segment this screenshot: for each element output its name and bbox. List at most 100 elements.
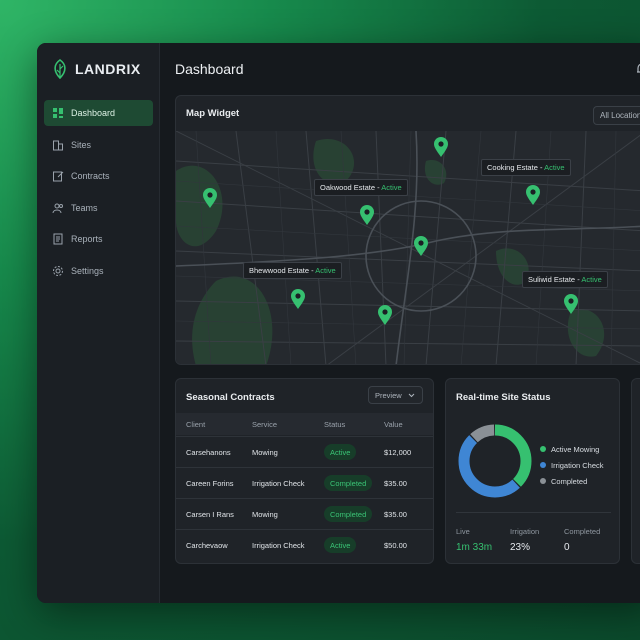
column-header[interactable]: Value bbox=[384, 420, 403, 429]
map-canvas[interactable]: Oakwood Estate - Active Cooking Estate -… bbox=[176, 131, 640, 364]
client-cell: Carsen I Rans bbox=[186, 510, 234, 519]
brand[interactable]: LANDRIX bbox=[51, 59, 141, 79]
service-cell: Irrigation Check bbox=[252, 479, 305, 488]
column-header[interactable]: Service bbox=[252, 420, 277, 429]
map-pin-icon[interactable] bbox=[202, 187, 218, 209]
map-label-name: Bhewwood Estate - bbox=[249, 266, 316, 275]
map-pin-icon[interactable] bbox=[359, 204, 375, 226]
sidebar-item-label: Teams bbox=[71, 202, 98, 213]
partial-card bbox=[631, 378, 640, 564]
sidebar-item-teams[interactable]: Teams bbox=[44, 195, 153, 221]
map-label-name: Oakwood Estate - bbox=[320, 183, 382, 192]
map-pin-icon[interactable] bbox=[563, 293, 579, 315]
legend-item: Active Mowing bbox=[540, 441, 604, 457]
legend-item: Irrigation Check bbox=[540, 457, 604, 473]
service-cell: Irrigation Check bbox=[252, 541, 305, 550]
stat-value: 23% bbox=[510, 542, 531, 553]
map-label-oakwood[interactable]: Oakwood Estate - Active bbox=[314, 179, 408, 196]
map-title: Map Widget bbox=[186, 108, 240, 119]
status-donut-chart bbox=[458, 424, 532, 498]
sidebar-item-sites[interactable]: Sites bbox=[44, 132, 153, 158]
gear-icon bbox=[53, 265, 63, 276]
app-window: LANDRIX Dashboard Sites Contracts Teams … bbox=[37, 43, 640, 603]
value-cell: $35.00 bbox=[384, 510, 407, 519]
legend-label: Completed bbox=[551, 476, 588, 486]
client-cell: Carchevaow bbox=[186, 541, 228, 550]
stat-live: Live 1m 33m bbox=[456, 527, 492, 553]
service-cell: Mowing bbox=[252, 510, 278, 519]
sidebar-item-label: Sites bbox=[71, 139, 92, 150]
brand-name: LANDRIX bbox=[75, 61, 141, 77]
map-label-status: Active bbox=[381, 183, 402, 192]
bell-icon[interactable] bbox=[635, 62, 640, 76]
table-header: Client Service Status Value bbox=[176, 413, 433, 435]
sidebar-item-label: Contracts bbox=[71, 171, 110, 181]
value-cell: $50.00 bbox=[384, 541, 407, 550]
stat-value: 0 bbox=[564, 542, 570, 553]
table-row[interactable]: Careen Forins Irrigation Check Completed… bbox=[176, 467, 433, 498]
legend-label: Irrigation Check bbox=[551, 460, 604, 470]
sidebar-nav: Dashboard Sites Contracts Teams Reports … bbox=[44, 100, 153, 289]
sidebar-item-label: Reports bbox=[71, 234, 103, 244]
divider bbox=[456, 512, 611, 513]
stat-label: Completed bbox=[564, 527, 601, 536]
legend-item: Completed bbox=[540, 473, 604, 489]
leaf-logo-icon bbox=[54, 59, 66, 79]
building-icon bbox=[53, 140, 63, 150]
stat-label: Irrigation bbox=[510, 527, 540, 536]
map-label-cooking[interactable]: Cooking Estate - Active bbox=[481, 159, 571, 176]
sidebar-item-settings[interactable]: Settings bbox=[44, 258, 153, 284]
table-row[interactable]: Carsen I Rans Mowing Completed $35.00 bbox=[176, 498, 433, 529]
chart-legend: Active Mowing Irrigation Check Completed bbox=[540, 441, 604, 489]
sidebar-item-dashboard[interactable]: Dashboard bbox=[44, 100, 153, 126]
map-label-suliwid[interactable]: Suliwid Estate - Active bbox=[522, 271, 608, 288]
stat-completed: Completed 0 bbox=[564, 527, 600, 553]
status-badge: Completed bbox=[324, 506, 373, 522]
main-content: Dashboard Map Widget All Locations bbox=[161, 43, 640, 603]
document-icon bbox=[53, 233, 63, 245]
grid-icon bbox=[53, 108, 63, 118]
column-header[interactable]: Status bbox=[324, 420, 345, 429]
map-label-name: Suliwid Estate - bbox=[528, 275, 582, 284]
table-row[interactable]: Carchevaow Irrigation Check Active $50.0… bbox=[176, 529, 433, 560]
map-label-name: Cooking Estate - bbox=[487, 163, 545, 172]
sidebar: LANDRIX Dashboard Sites Contracts Teams … bbox=[37, 43, 160, 603]
status-badge: Active bbox=[324, 537, 357, 553]
service-cell: Mowing bbox=[252, 448, 278, 457]
sidebar-item-label: Dashboard bbox=[71, 108, 116, 118]
map-widget: Map Widget All Locations bbox=[175, 95, 640, 365]
status-badge: Completed bbox=[324, 475, 373, 491]
seasonal-contracts-card: Seasonal Contracts Preview Client Servic… bbox=[175, 378, 434, 564]
users-icon bbox=[52, 203, 63, 213]
map-label-status: Active bbox=[544, 163, 565, 172]
preview-dropdown[interactable]: Preview bbox=[368, 386, 423, 404]
stat-label: Live bbox=[456, 527, 470, 536]
map-pin-icon[interactable] bbox=[433, 136, 449, 158]
value-cell: $35.00 bbox=[384, 479, 407, 488]
page-title: Dashboard bbox=[175, 61, 244, 77]
sidebar-item-contracts[interactable]: Contracts bbox=[44, 163, 153, 189]
client-cell: Carsehanons bbox=[186, 448, 231, 457]
map-pin-icon[interactable] bbox=[413, 235, 429, 257]
edit-icon bbox=[53, 171, 64, 182]
legend-label: Active Mowing bbox=[551, 444, 600, 454]
stat-value: 1m 33m bbox=[456, 542, 493, 553]
map-label-status: Active bbox=[581, 275, 602, 284]
value-cell: $12,000 bbox=[384, 448, 412, 457]
map-pin-icon[interactable] bbox=[377, 304, 393, 326]
client-cell: Careen Forins bbox=[186, 479, 234, 488]
sidebar-item-label: Settings bbox=[71, 265, 104, 276]
map-pin-icon[interactable] bbox=[525, 184, 541, 206]
table-row[interactable]: Carsehanons Mowing Active $12,000 bbox=[176, 436, 433, 467]
map-label-bhewwood[interactable]: Bhewwood Estate - Active bbox=[243, 262, 342, 279]
chevron-down-icon bbox=[408, 393, 415, 397]
site-status-card: Real-time Site Status Active Mowing Irri… bbox=[445, 378, 620, 564]
site-status-title: Real-time Site Status bbox=[456, 392, 551, 403]
column-header[interactable]: Client bbox=[186, 420, 205, 429]
map-label-status: Active bbox=[315, 266, 336, 275]
preview-label: Preview bbox=[375, 390, 402, 400]
map-pin-icon[interactable] bbox=[290, 288, 306, 310]
sidebar-item-reports[interactable]: Reports bbox=[44, 226, 153, 252]
location-filter-button[interactable]: All Locations bbox=[593, 106, 640, 125]
status-badge: Active bbox=[324, 444, 357, 460]
